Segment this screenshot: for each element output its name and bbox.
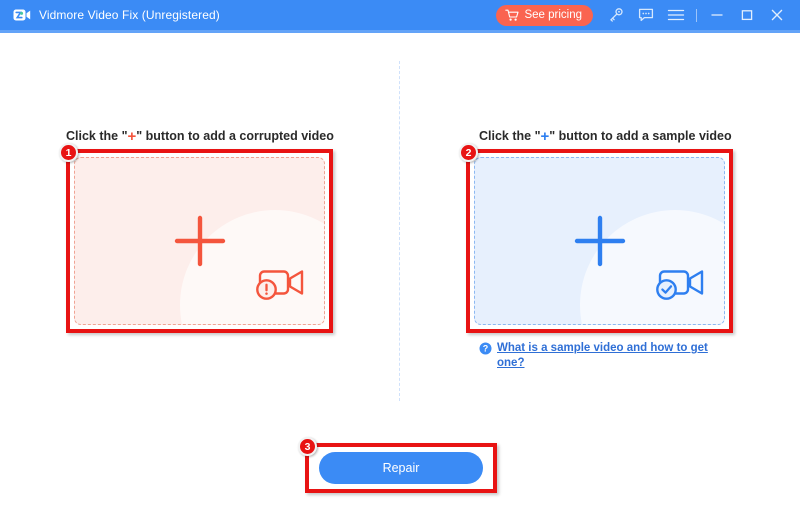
question-mark-icon: ? <box>479 342 492 360</box>
see-pricing-button[interactable]: See pricing <box>496 4 593 26</box>
step-badge-3: 3 <box>298 437 317 456</box>
titlebar-divider <box>696 8 697 22</box>
sample-video-help[interactable]: ? What is a sample video and how to get … <box>479 341 725 371</box>
see-pricing-label: See pricing <box>524 9 582 21</box>
plus-icon: + <box>540 128 550 145</box>
hamburger-menu-icon[interactable] <box>661 0 691 30</box>
main-content: Click the "+" button to add a corrupted … <box>0 33 800 515</box>
svg-text:?: ? <box>483 344 489 354</box>
title-bar: Vidmore Video Fix (Unregistered) See pri… <box>0 0 800 30</box>
maximize-icon[interactable] <box>732 0 762 30</box>
sample-caption-before: Click the " <box>479 129 541 143</box>
sample-video-help-link[interactable]: What is a sample video and how to get on… <box>497 341 725 371</box>
step-badge-1: 1 <box>59 143 78 162</box>
titlebar-actions: See pricing <box>496 0 800 30</box>
corrupted-caption-before: Click the " <box>66 129 128 143</box>
plus-icon: + <box>127 128 137 145</box>
sample-caption-after: " button to add a sample video <box>549 129 732 143</box>
app-title: Vidmore Video Fix (Unregistered) <box>39 8 220 22</box>
step-badge-2: 2 <box>459 143 478 162</box>
corrupted-caption: Click the "+" button to add a corrupted … <box>66 128 334 145</box>
key-icon[interactable] <box>601 0 631 30</box>
chat-bubble-icon[interactable] <box>631 0 661 30</box>
corrupted-caption-after: " button to add a corrupted video <box>136 129 334 143</box>
shopping-cart-icon <box>505 9 520 22</box>
close-icon[interactable] <box>762 0 792 30</box>
sample-caption: Click the "+" button to add a sample vid… <box>479 128 732 145</box>
corrupted-zone-highlight <box>66 149 333 333</box>
sample-zone-highlight <box>466 149 733 333</box>
repair-button-highlight <box>305 443 497 493</box>
app-logo-icon <box>13 8 31 23</box>
panel-divider <box>399 61 400 401</box>
minimize-icon[interactable] <box>702 0 732 30</box>
